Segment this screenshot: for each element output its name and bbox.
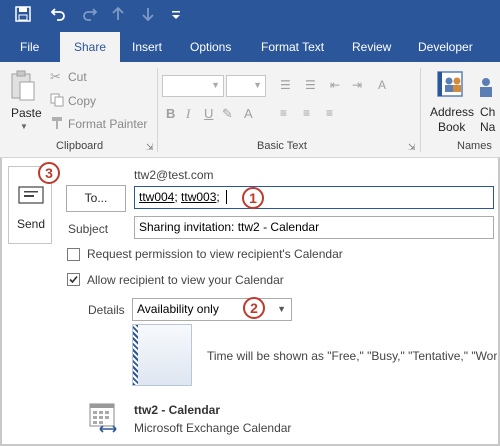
paste-dropdown-icon[interactable]: ▼: [20, 122, 28, 131]
send-label: Send: [17, 217, 46, 231]
tab-share[interactable]: Share: [60, 32, 121, 62]
paste-button[interactable]: Paste: [11, 106, 42, 120]
clear-formatting-icon[interactable]: A: [378, 78, 386, 92]
names-group-label: Names: [457, 140, 492, 152]
address-book-button[interactable]: Address: [430, 105, 474, 119]
group-separator: [420, 68, 421, 152]
to-field[interactable]: ttw004; ttw003;: [134, 186, 494, 209]
clipboard-group-label: Clipboard: [56, 140, 104, 152]
details-select[interactable]: Availability only ▼: [132, 298, 292, 321]
underline-icon[interactable]: U: [204, 106, 213, 121]
font-name-combo[interactable]: ▼: [162, 75, 224, 97]
copy-icon: [50, 93, 64, 110]
send-icon: [18, 186, 44, 207]
recipient-chip[interactable]: ttw003: [181, 190, 216, 204]
copy-button[interactable]: Copy: [68, 94, 96, 108]
details-label: Details: [88, 303, 125, 317]
customize-icon[interactable]: [166, 6, 186, 25]
up-arrow-icon[interactable]: [108, 6, 128, 25]
allow-view-label: Allow recipient to view your Calendar: [87, 273, 284, 287]
tab-developer[interactable]: Developer: [404, 32, 487, 62]
group-separator: [157, 68, 158, 152]
bullets-icon[interactable]: ☰: [280, 78, 291, 92]
callout-badge-2: 2: [243, 297, 265, 319]
font-color-icon[interactable]: A: [244, 106, 253, 121]
format-painter-icon: [50, 116, 64, 133]
increase-indent-icon[interactable]: ⇥: [352, 78, 362, 92]
tab-options[interactable]: Options: [176, 32, 245, 62]
text-cursor: [226, 190, 231, 204]
details-select-value: Availability only: [137, 302, 219, 316]
check-names-icon[interactable]: [478, 75, 500, 102]
basic-text-group-label: Basic Text: [257, 140, 307, 152]
cut-button[interactable]: Cut: [68, 70, 87, 84]
availability-stripe: [133, 325, 138, 385]
availability-preview: [132, 324, 192, 386]
chevron-down-icon: ▼: [277, 304, 286, 314]
calendar-icon: [88, 402, 120, 437]
tab-format-text[interactable]: Format Text: [247, 32, 338, 62]
decrease-indent-icon[interactable]: ⇤: [330, 78, 340, 92]
save-icon[interactable]: [13, 6, 33, 25]
address-book-icon[interactable]: [436, 69, 466, 102]
highlight-icon[interactable]: ✎: [222, 106, 233, 122]
callout-badge-1: 1: [242, 187, 264, 209]
allow-view-checkbox[interactable]: [67, 273, 80, 286]
down-arrow-icon[interactable]: [138, 6, 158, 25]
subject-label: Subject: [68, 222, 109, 236]
italic-icon[interactable]: I: [186, 106, 190, 122]
request-permission-checkbox[interactable]: [67, 248, 80, 261]
calendar-source: Microsoft Exchange Calendar: [134, 421, 292, 435]
basic-text-launcher-icon[interactable]: ⇲: [408, 142, 416, 153]
recipient-chip[interactable]: ttw004: [139, 190, 174, 204]
align-center-icon[interactable]: ≡: [303, 106, 310, 120]
tab-file[interactable]: File: [6, 32, 53, 62]
tab-review[interactable]: Review: [338, 32, 405, 62]
quick-access-toolbar: [0, 0, 500, 32]
format-painter-button[interactable]: Format Painter: [68, 117, 147, 131]
to-button[interactable]: To...: [66, 185, 126, 212]
request-permission-label: Request permission to view recipient's C…: [87, 247, 343, 261]
check-names-button[interactable]: Ch: [480, 105, 495, 119]
align-left-icon[interactable]: ≡: [280, 106, 287, 120]
cut-icon: ✂: [50, 69, 61, 84]
font-size-combo[interactable]: ▼: [226, 75, 266, 97]
bold-icon[interactable]: B: [166, 106, 175, 121]
details-description: Time will be shown as "Free," "Busy," "T…: [207, 349, 497, 363]
tab-insert[interactable]: Insert: [118, 32, 176, 62]
numbering-icon[interactable]: ☰: [305, 78, 316, 92]
undo-icon[interactable]: [48, 6, 68, 25]
calendar-name: ttw2 - Calendar: [134, 403, 221, 417]
check-names-button-line2[interactable]: Na: [480, 120, 495, 134]
paste-icon[interactable]: [10, 70, 36, 104]
subject-field[interactable]: Sharing invitation: ttw2 - Calendar: [134, 216, 494, 239]
clipboard-launcher-icon[interactable]: ⇲: [146, 142, 154, 153]
address-book-button-line2[interactable]: Book: [438, 120, 465, 134]
callout-badge-3: 3: [38, 162, 60, 184]
redo-icon[interactable]: [80, 6, 100, 25]
align-right-icon[interactable]: ≡: [326, 106, 333, 120]
to-button-label: To...: [84, 191, 108, 205]
from-address: ttw2@test.com: [134, 168, 214, 182]
